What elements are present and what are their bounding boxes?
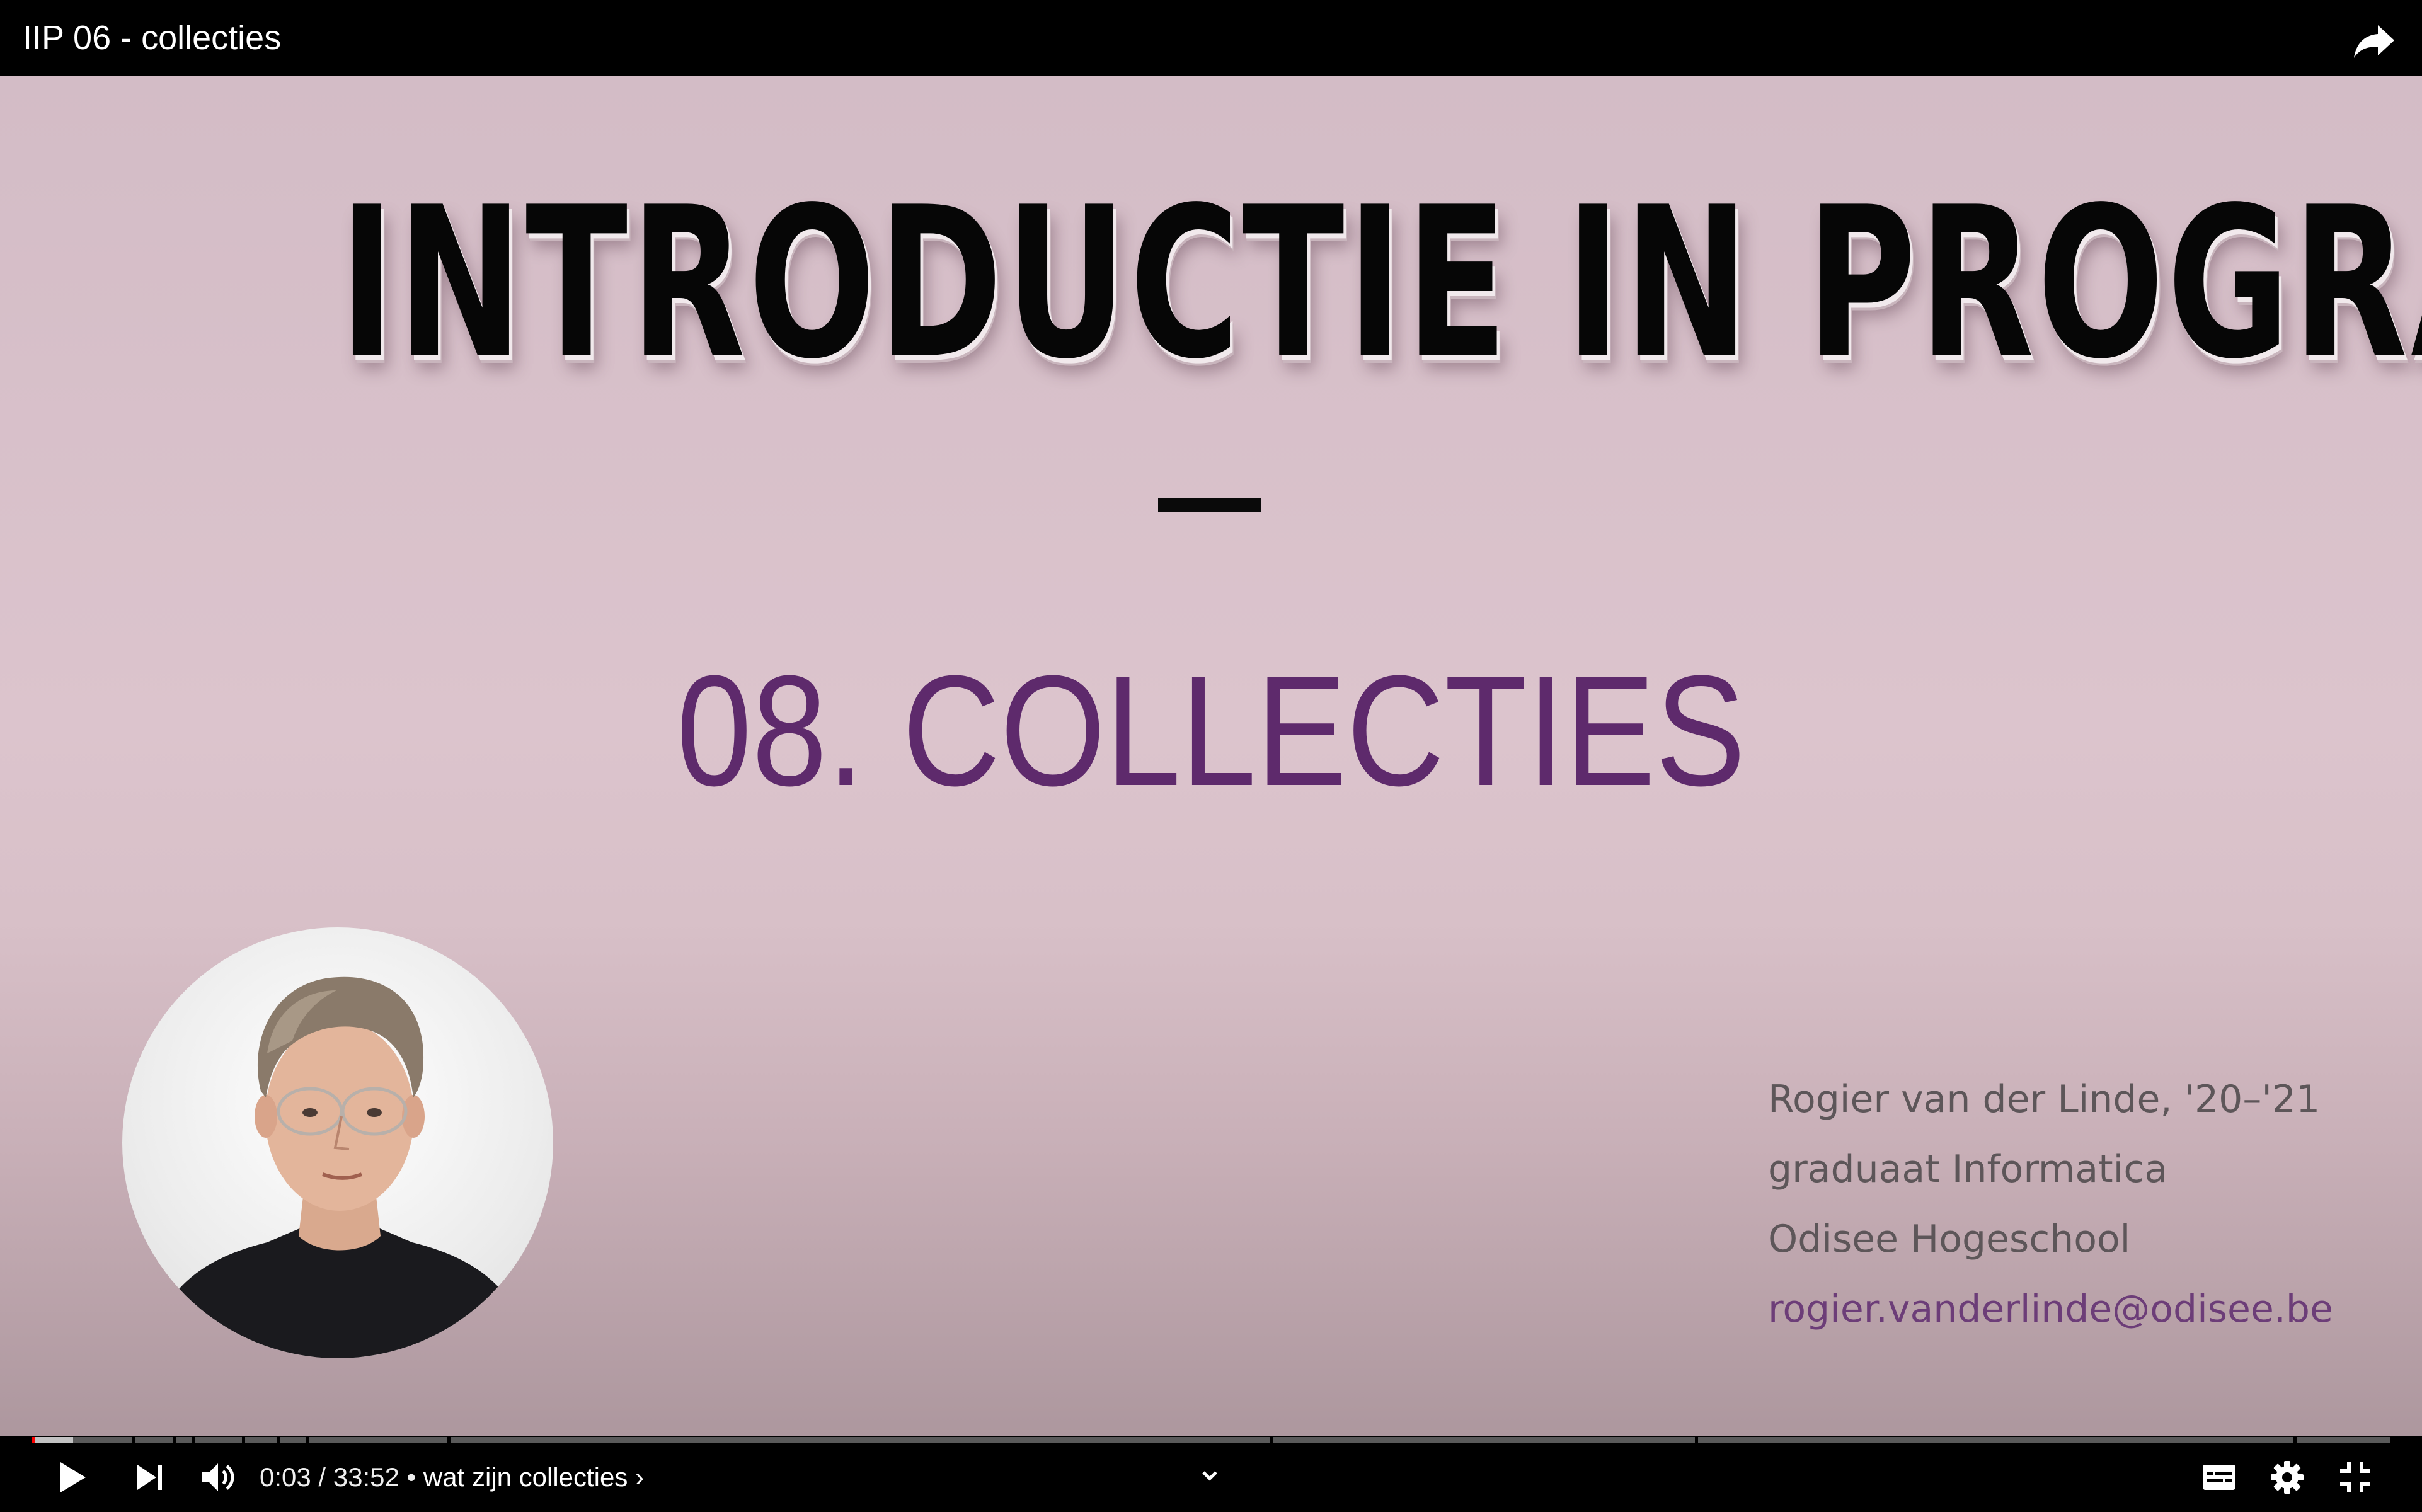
- video-frame[interactable]: INTRODUCTIE IN PROGRAMMEREN 08. COLLECTI…: [0, 76, 2422, 1436]
- time-display: 0:03 / 33:52 • wat zijn collecties ›: [260, 1461, 644, 1494]
- share-button[interactable]: [2351, 21, 2397, 59]
- chapter-marker: [242, 1437, 245, 1443]
- video-player: IIP 06 - collecties INTRODUCTIE IN PROGR…: [0, 0, 2422, 1512]
- progress-played: [32, 1437, 35, 1443]
- expand-button[interactable]: [1197, 1463, 1222, 1489]
- progress-buffered: [32, 1437, 73, 1443]
- current-time: 0:03: [260, 1462, 311, 1492]
- slide-subtitle: 08. COLLECTIES: [676, 643, 1746, 818]
- chevron-down-icon: [1202, 1471, 1217, 1481]
- chapter-bullet: •: [399, 1462, 423, 1492]
- chapter-marker: [447, 1437, 451, 1443]
- top-bar: IIP 06 - collecties: [0, 0, 2422, 76]
- next-button[interactable]: [130, 1457, 170, 1498]
- gear-icon: [2271, 1461, 2304, 1494]
- author-email: rogier.vanderlinde@odisee.be: [1768, 1287, 2333, 1331]
- chapter-marker: [132, 1437, 135, 1443]
- chapter-marker: [2293, 1437, 2297, 1443]
- control-bar: 0:03 / 33:52 • wat zijn collecties ›: [0, 1443, 2422, 1512]
- chapter-marker: [173, 1437, 176, 1443]
- volume-icon: [202, 1463, 234, 1491]
- duration: 33:52: [333, 1462, 399, 1492]
- author-program: graduaat Informatica: [1768, 1147, 2168, 1191]
- author-name: Rogier van der Linde, '20–'21: [1768, 1077, 2321, 1121]
- presenter-portrait: [147, 976, 532, 1358]
- progress-bar[interactable]: [32, 1437, 2390, 1443]
- chapter-marker: [1695, 1437, 1698, 1443]
- author-info: Rogier van der Linde, '20–'21 graduaat I…: [1768, 1065, 2333, 1344]
- chapter-marker: [1270, 1437, 1273, 1443]
- chapter-chevron-icon: ›: [635, 1462, 645, 1492]
- author-school: Odisee Hogeschool: [1768, 1217, 2131, 1261]
- subtitles-icon: [2203, 1465, 2235, 1490]
- chapter-title[interactable]: wat zijn collecties ›: [423, 1461, 644, 1494]
- time-separator: /: [311, 1462, 333, 1492]
- chapter-title-text: wat zijn collecties: [423, 1462, 628, 1492]
- chapter-marker: [277, 1437, 280, 1443]
- play-icon: [60, 1462, 86, 1492]
- presenter-webcam: [122, 927, 553, 1358]
- settings-button[interactable]: [2267, 1457, 2307, 1498]
- chapter-marker: [306, 1437, 309, 1443]
- slide-divider: [1158, 498, 1261, 512]
- volume-button[interactable]: [197, 1457, 237, 1498]
- slide-heading: INTRODUCTIE IN PROGRAMMEREN: [339, 163, 2422, 404]
- subtitles-button[interactable]: [2199, 1457, 2239, 1498]
- chapter-marker: [192, 1437, 195, 1443]
- exit-fullscreen-icon: [2340, 1462, 2370, 1492]
- share-icon: [2354, 25, 2394, 58]
- play-button[interactable]: [52, 1457, 92, 1498]
- video-title[interactable]: IIP 06 - collecties: [23, 19, 281, 57]
- exit-fullscreen-button[interactable]: [2335, 1457, 2375, 1498]
- next-icon: [137, 1465, 162, 1490]
